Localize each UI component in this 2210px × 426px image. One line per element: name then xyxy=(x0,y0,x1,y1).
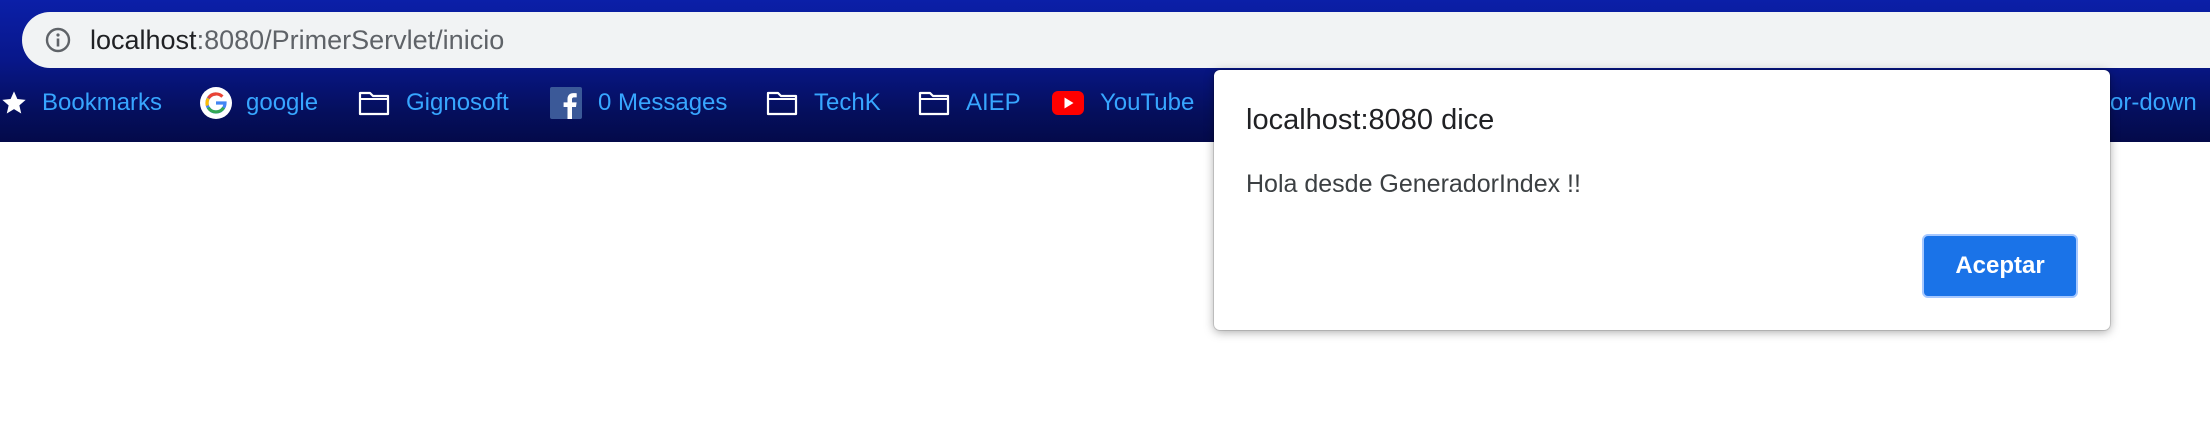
url-text[interactable]: localhost:8080/PrimerServlet/inicio xyxy=(90,12,504,68)
bookmark-label: AIEP xyxy=(966,89,1021,116)
google-icon xyxy=(200,87,232,119)
alert-dialog: localhost:8080 dice Hola desde Generador… xyxy=(1214,70,2110,330)
folder-icon xyxy=(358,91,390,116)
folder-icon xyxy=(918,91,950,116)
bookmark-gignosoft[interactable]: Gignosoft xyxy=(358,78,509,128)
dialog-message: Hola desde GeneradorIndex !! xyxy=(1246,170,1581,198)
star-icon xyxy=(2,91,26,114)
bookmark-label: TechK xyxy=(814,89,881,116)
facebook-icon xyxy=(550,87,582,119)
youtube-icon xyxy=(1052,91,1084,115)
bookmark-label: google xyxy=(246,89,319,116)
bookmark-google[interactable]: google xyxy=(200,78,318,128)
address-bar[interactable]: localhost:8080/PrimerServlet/inicio xyxy=(22,12,2210,68)
accept-button[interactable]: Aceptar xyxy=(1922,234,2078,298)
bookmark-facebook[interactable]: 0 Messages xyxy=(550,78,727,128)
bookmark-label: 0 Messages xyxy=(598,89,728,116)
bookmark-techk[interactable]: TechK xyxy=(766,78,881,128)
bookmark-youtube[interactable]: YouTube xyxy=(1052,78,1194,128)
bookmark-aiep[interactable]: AIEP xyxy=(918,78,1021,128)
info-icon[interactable] xyxy=(44,26,72,54)
url-path: :8080/PrimerServlet/inicio xyxy=(196,25,505,55)
bookmark-label: YouTube xyxy=(1100,89,1195,116)
url-host: localhost xyxy=(90,25,197,55)
bookmark-bookmarks[interactable]: Bookmarks xyxy=(0,78,162,128)
bookmark-label: Bookmarks xyxy=(42,89,163,116)
folder-icon xyxy=(766,91,798,116)
bookmark-label: Gignosoft xyxy=(406,89,509,116)
dialog-title: localhost:8080 dice xyxy=(1246,104,1495,136)
